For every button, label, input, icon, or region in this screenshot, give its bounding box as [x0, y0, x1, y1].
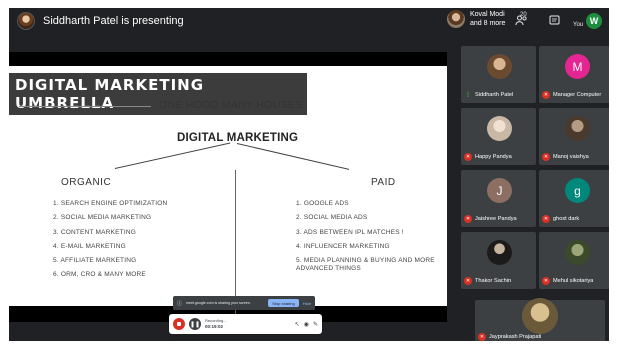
share-notice-bar: ⓘ meet.google.com is sharing your screen…: [173, 296, 315, 310]
list-item: 5. MEDIA PLANNING & BUYING AND MORE ADVA…: [296, 257, 435, 273]
participant-avatar: g: [565, 178, 590, 203]
info-icon: ⓘ: [177, 300, 183, 307]
recording-toolbar: ❚❚ Recording... 00:19:02 ↖ ◉ ✎: [169, 314, 322, 334]
participant-tile[interactable]: ✕ Thakor Sachin: [461, 232, 536, 289]
participants-chip[interactable]: Koval Modi and 8 more: [447, 10, 505, 28]
mic-off-icon: ✕: [464, 215, 472, 223]
recording-time: 00:19:02: [205, 324, 224, 329]
presentation-area: DIGITAL MARKETING UMBRELLA ONE HOOD MANY…: [9, 52, 447, 324]
branch-left: [114, 142, 231, 169]
participant-avatar: [487, 116, 512, 141]
presenter-text: Siddharth Patel is presenting: [43, 15, 184, 27]
list-item: 5. AFFILIATE MARKETING: [53, 257, 137, 265]
paid-heading: PAID: [371, 177, 396, 188]
mic-off-icon: ✕: [542, 277, 550, 285]
participant-label: ✕ Thakor Sachin: [464, 277, 511, 285]
presenter-avatar: [17, 12, 35, 30]
top-bar: Siddharth Patel is presenting Koval Modi…: [9, 8, 609, 38]
list-item: 4. E-MAIL MARKETING: [53, 242, 126, 250]
participant-grid: ⁞ Siddharth Patel M ✕ Manager Computer ✕…: [461, 38, 609, 341]
chip-text: Koval Modi and 8 more: [470, 10, 505, 28]
chip-line2: and 8 more: [470, 20, 506, 27]
list-item: 2. SOCIAL MEDIA MARKETING: [53, 214, 152, 222]
subtitle-rule: [19, 106, 151, 107]
participant-name: Manager Computer: [553, 92, 602, 98]
chip-line1: Koval Modi: [470, 11, 505, 18]
participant-name: Siddharth Patel: [475, 92, 514, 98]
mic-off-icon: ✕: [542, 91, 550, 99]
mic-off-icon: ✕: [478, 333, 486, 341]
participant-label: ✕ Manoj vaishya: [542, 153, 589, 161]
pen-icon[interactable]: ✎: [313, 321, 318, 328]
list-item: 3. CONTENT MARKETING: [53, 228, 136, 236]
participant-tile[interactable]: ✕ Jayprakash Prajapati: [475, 298, 605, 341]
stop-recording-button[interactable]: [173, 318, 185, 330]
mic-off-icon: ✕: [464, 277, 472, 285]
participant-tile[interactable]: ✕ Mehul sikotariya: [539, 232, 609, 289]
list-item: 2. SOCIAL MEDIA ADS: [296, 214, 368, 222]
recording-info: Recording... 00:19:02: [205, 318, 227, 330]
participant-label: ✕ Manager Computer: [542, 91, 601, 99]
participant-label: ✕ ghost dark: [542, 215, 579, 223]
participant-tile[interactable]: ✕ Manoj vaishya: [539, 108, 609, 165]
share-message: meet.google.com is sharing your screen.: [186, 301, 251, 305]
mic-off-icon: ✕: [542, 215, 550, 223]
list-item: 1. GOOGLE ADS: [296, 200, 349, 207]
participant-label: ✕ Happy Pandya: [464, 153, 512, 161]
branch-right: [236, 143, 350, 170]
people-count: 20: [520, 12, 527, 18]
participant-avatar: J: [487, 178, 512, 203]
you-label: You: [573, 22, 584, 28]
participant-name: Jaishree Pandya: [475, 216, 517, 222]
participant-avatar: [565, 116, 590, 141]
participant-tile[interactable]: g ✕ ghost dark: [539, 170, 609, 227]
stop-sharing-button[interactable]: Stop sharing: [268, 299, 299, 307]
participant-name: Happy Pandya: [475, 154, 512, 160]
meet-window: Siddharth Patel is presenting Koval Modi…: [9, 8, 609, 341]
chip-avatar: [447, 10, 465, 28]
organic-list: 1. SEARCH ENGINE OPTIMIZATION 2. SOCIAL …: [53, 200, 223, 286]
cursor-icon[interactable]: ↖: [295, 321, 300, 328]
organic-heading: ORGANIC: [61, 177, 112, 188]
participant-name: Manoj vaishya: [553, 154, 589, 160]
participant-name: ghost dark: [553, 216, 580, 222]
mic-off-icon: ✕: [542, 153, 550, 161]
participant-label: ✕ Mehul sikotariya: [542, 277, 593, 285]
participant-tile[interactable]: ⁞ Siddharth Patel: [461, 46, 536, 103]
participant-label: ✕ Jayprakash Prajapati: [478, 333, 541, 341]
slide-subtitle: ONE HOOD MANY HOUSES: [159, 99, 303, 111]
paid-list: 1. GOOGLE ADS 2. SOCIAL MEDIA ADS 3. ADS…: [296, 200, 441, 279]
list-item: 6. ORM, CRO & MANY MORE: [53, 271, 146, 279]
list-item: 4. INFLUENCER MARKETING: [296, 242, 390, 250]
list-item: 1. SEARCH ENGINE OPTIMIZATION: [53, 200, 168, 207]
hide-button[interactable]: Hide: [303, 301, 311, 306]
mic-off-icon: ✕: [464, 153, 472, 161]
slide: DIGITAL MARKETING UMBRELLA ONE HOOD MANY…: [9, 66, 447, 324]
participant-label: ⁞ Siddharth Patel: [464, 91, 513, 99]
participant-name: Jayprakash Prajapati: [489, 334, 542, 340]
participant-avatar: M: [565, 54, 590, 79]
recording-tools: ↖ ◉ ✎: [295, 321, 318, 328]
participant-tile[interactable]: ✕ Happy Pandya: [461, 108, 536, 165]
participant-name: Mehul sikotariya: [553, 278, 594, 284]
participant-name: Thakor Sachin: [475, 278, 512, 284]
participant-label: ✕ Jaishree Pandya: [464, 215, 517, 223]
participant-avatar: [487, 54, 512, 79]
chat-icon[interactable]: [549, 15, 560, 29]
participant-avatar: [522, 298, 558, 334]
participant-avatar: [487, 240, 512, 265]
mic-active-icon: ⁞: [466, 91, 470, 99]
participant-tile[interactable]: J ✕ Jaishree Pandya: [461, 170, 536, 227]
participant-avatar: [565, 240, 590, 265]
pause-button[interactable]: ❚❚: [189, 318, 201, 330]
participant-tile[interactable]: M ✕ Manager Computer: [539, 46, 609, 103]
user-avatar[interactable]: W: [586, 13, 602, 29]
camera-icon[interactable]: ◉: [304, 321, 309, 328]
list-item: 3. ADS BETWEEN IPL MATCHES !: [296, 228, 404, 236]
presenter-banner: Siddharth Patel is presenting: [17, 12, 184, 30]
